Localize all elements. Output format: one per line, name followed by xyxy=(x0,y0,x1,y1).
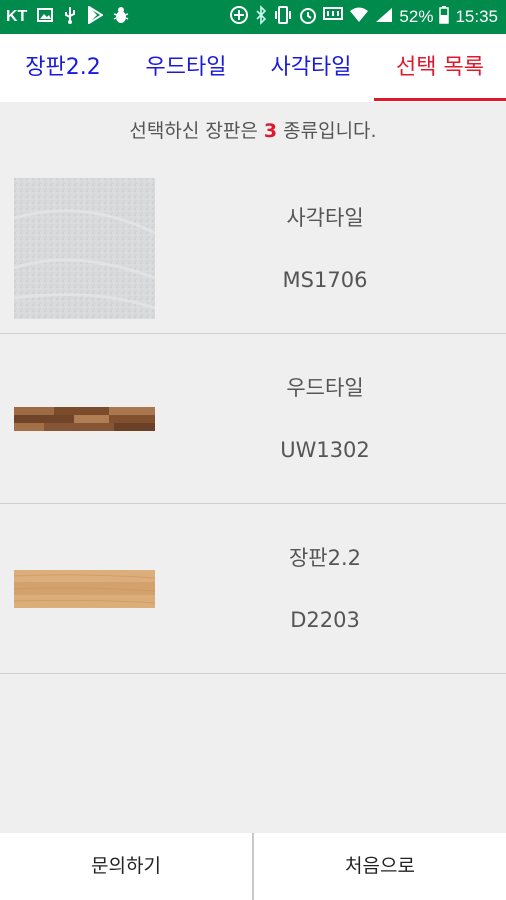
item-code: D2203 xyxy=(290,608,360,632)
status-bar-left: KT xyxy=(6,0,129,34)
bluetooth-icon xyxy=(255,4,267,30)
item-name: 사각타일 xyxy=(286,206,364,230)
carrier-label: KT xyxy=(6,8,28,25)
summary-suffix: 종류입니다. xyxy=(277,120,377,142)
item-thumbnail-light-wood xyxy=(13,570,156,608)
list-item[interactable]: 장판2.2 D2203 xyxy=(0,504,506,674)
selection-count: 3 xyxy=(263,120,278,142)
data-saver-icon xyxy=(229,5,249,30)
battery-icon xyxy=(439,5,450,29)
play-store-icon xyxy=(87,4,105,29)
wifi-icon xyxy=(349,7,369,28)
item-thumbnail-wood-tile xyxy=(14,407,155,431)
tab-selection-list[interactable]: 선택 목록 xyxy=(374,34,506,102)
home-button[interactable]: 처음으로 xyxy=(254,833,506,900)
image-icon xyxy=(37,7,54,27)
item-divider xyxy=(0,673,506,674)
summary-prefix: 선택하신 장판은 xyxy=(129,120,264,142)
vibrate-icon xyxy=(273,5,293,29)
alarm-icon xyxy=(299,6,317,29)
status-bar: KT 52% 15:35 xyxy=(0,0,506,34)
usb-icon xyxy=(63,6,77,29)
list-item[interactable]: 우드타일 UW1302 xyxy=(0,334,506,504)
tab-wood-tile[interactable]: 우드타일 xyxy=(128,34,244,102)
item-code: UW1302 xyxy=(280,438,370,462)
battery-percent: 52% xyxy=(399,7,434,26)
list-item[interactable]: 사각타일 MS1706 xyxy=(0,164,506,334)
inquiry-button[interactable]: 문의하기 xyxy=(0,833,252,900)
bottom-bar: 문의하기 처음으로 xyxy=(0,833,506,900)
item-thumbnail-square-tile xyxy=(13,178,156,319)
signal-icon xyxy=(375,7,393,28)
tab-bar: 장판2.2 우드타일 사각타일 선택 목록 xyxy=(0,34,506,102)
item-code: MS1706 xyxy=(282,268,368,292)
item-name: 장판2.2 xyxy=(288,546,362,570)
active-tab-indicator xyxy=(374,98,506,101)
bug-icon xyxy=(113,6,129,29)
status-bar-right: 52% 15:35 xyxy=(229,0,498,34)
item-name: 우드타일 xyxy=(286,376,364,400)
clock: 15:35 xyxy=(455,7,498,26)
tab-jangpan-2-2[interactable]: 장판2.2 xyxy=(8,34,118,102)
lte-icon xyxy=(323,6,344,28)
tab-square-tile[interactable]: 사각타일 xyxy=(252,34,370,102)
selection-summary: 선택하신 장판은 3 종류입니다. xyxy=(0,116,506,143)
